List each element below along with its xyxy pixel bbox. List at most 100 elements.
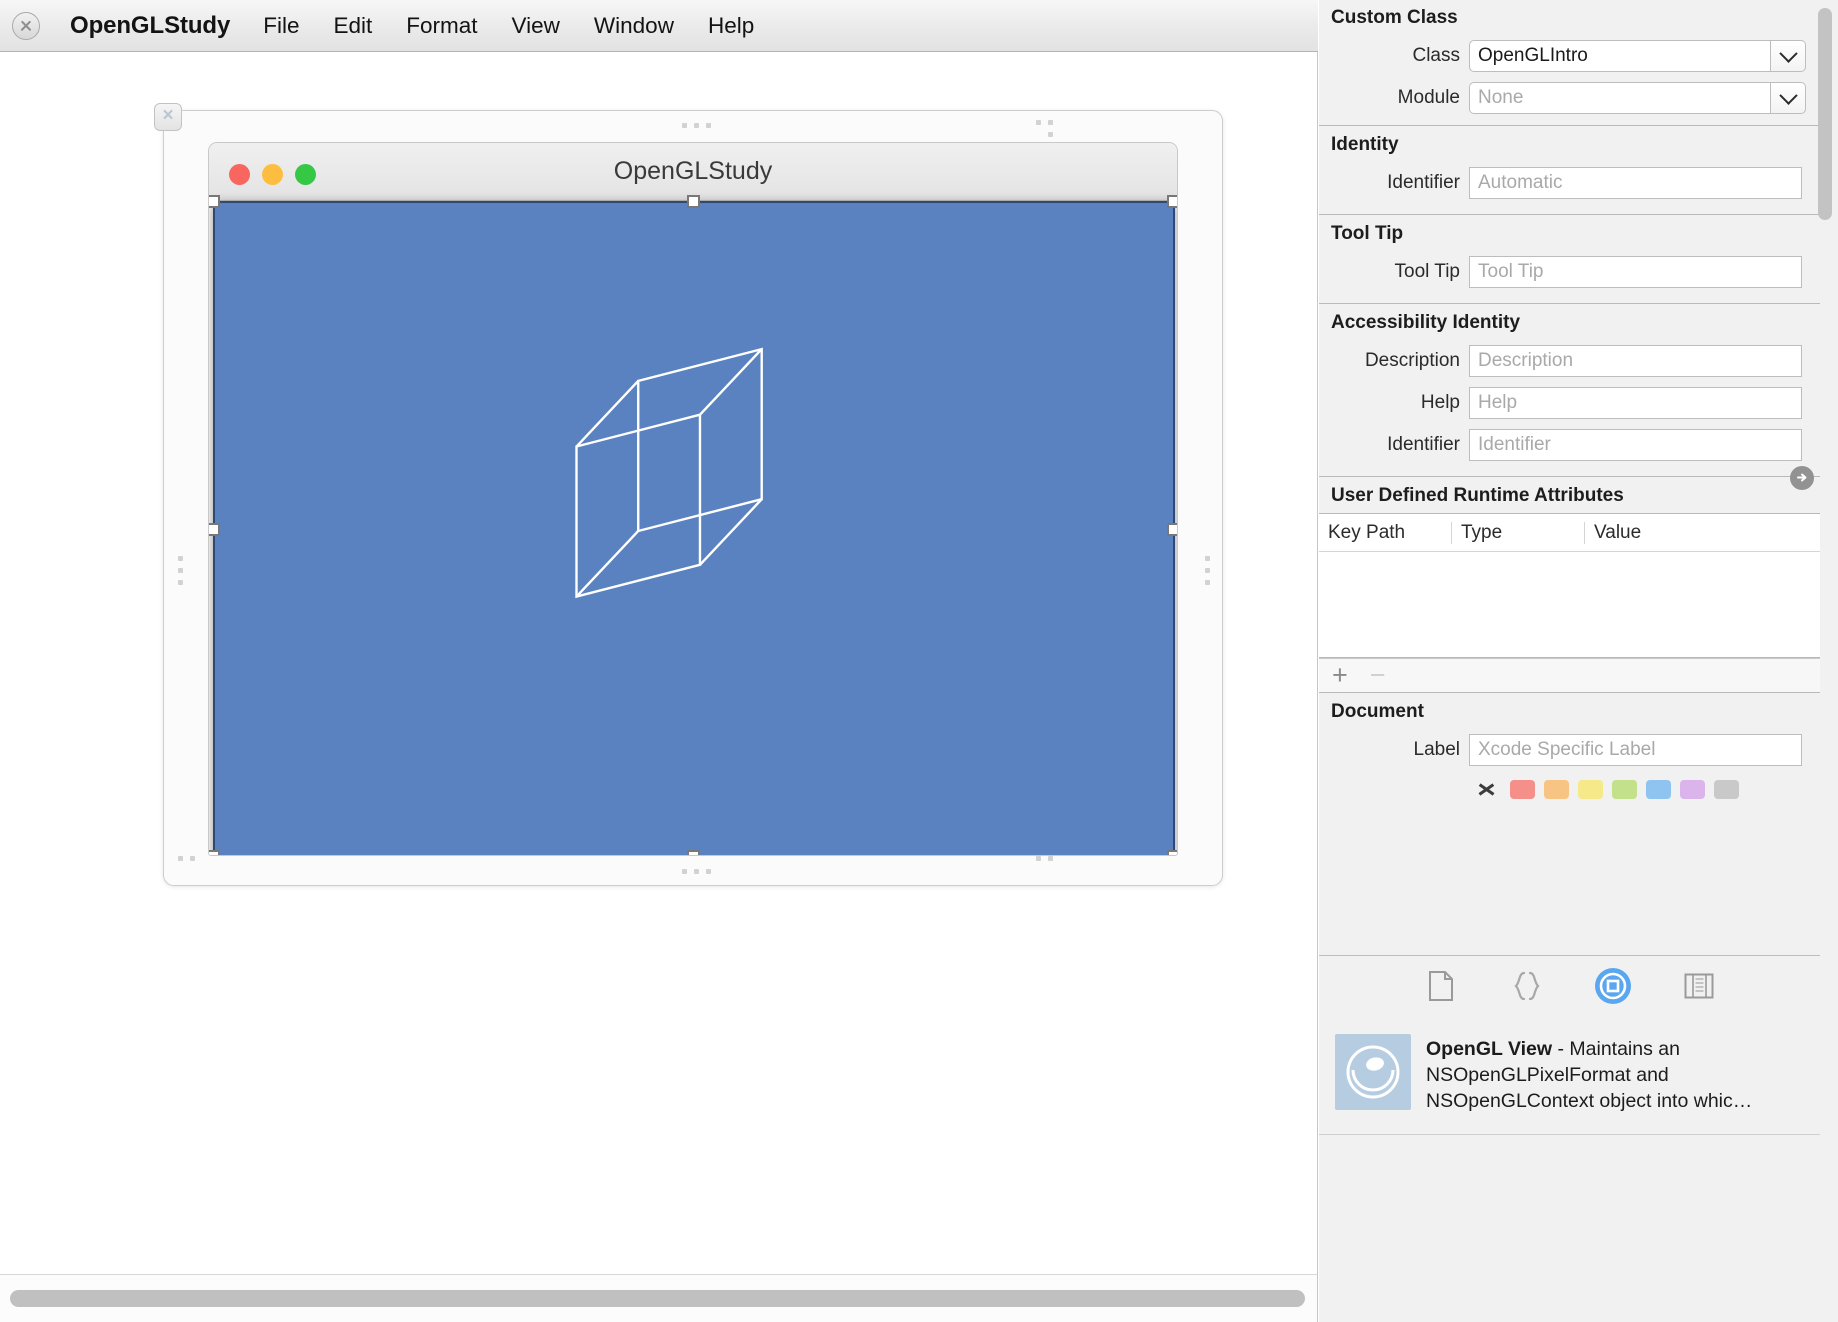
menu-item-view[interactable]: View (495, 13, 577, 39)
braces-icon (1513, 971, 1540, 1001)
wireframe-cube-icon (575, 347, 763, 599)
table-header-row: Key Path Type Value (1319, 514, 1820, 552)
opengl-view[interactable] (213, 201, 1175, 855)
jump-to-definition-icon[interactable] (1790, 465, 1814, 490)
window-title: OpenGLStudy (613, 157, 773, 185)
column-header-key-path[interactable]: Key Path (1319, 521, 1452, 544)
menu-item-help[interactable]: Help (691, 13, 771, 39)
selection-handle-bottom-left[interactable] (209, 850, 220, 855)
tab-media-library[interactable] (1681, 968, 1717, 1004)
swatch-no-color-icon[interactable] (1475, 780, 1499, 799)
menu-item-format[interactable]: Format (389, 13, 494, 39)
class-dropdown-button[interactable] (1771, 40, 1806, 72)
remove-attribute-button[interactable]: − (1370, 662, 1386, 689)
identifier-input[interactable]: Automatic (1469, 167, 1802, 199)
swatch-orange[interactable] (1544, 779, 1569, 799)
a11y-help-input[interactable]: Help (1469, 387, 1802, 419)
close-icon[interactable]: × (154, 103, 182, 131)
grip-dot (1205, 580, 1210, 585)
identity-inspector-panel: Custom Class Class OpenGLIntro Module No… (1319, 0, 1838, 1322)
grip-dot (178, 568, 183, 573)
swatch-yellow[interactable] (1578, 779, 1603, 799)
swatch-blue[interactable] (1646, 779, 1671, 799)
table-body-empty[interactable] (1319, 552, 1820, 657)
a11y-description-input[interactable]: Description (1469, 345, 1802, 377)
label-a11y-description: Description (1364, 350, 1460, 371)
section-header-document: Document (1319, 692, 1820, 729)
row-identifier: Identifier Automatic (1319, 162, 1820, 214)
runtime-attributes-table[interactable]: Key Path Type Value (1319, 513, 1820, 658)
inspector-vertical-scrollbar[interactable] (1818, 0, 1833, 955)
scrollbar-thumb[interactable] (10, 1290, 1305, 1307)
selection-handle-bottom-center[interactable] (687, 850, 700, 855)
label-identifier: Identifier (1387, 172, 1460, 193)
swatch-gray[interactable] (1714, 779, 1739, 799)
selection-handle-middle-right[interactable] (1167, 523, 1177, 536)
swatch-purple[interactable] (1680, 779, 1705, 799)
library-list-empty-area[interactable] (1319, 1140, 1820, 1322)
grip-dot (1205, 556, 1210, 561)
apple-badge-icon[interactable] (12, 11, 40, 40)
row-document-label: Label Xcode Specific Label (1319, 729, 1820, 771)
grip-dot (1036, 856, 1041, 861)
selection-handle-top-right[interactable] (1167, 195, 1177, 208)
add-attribute-button[interactable]: + (1332, 662, 1348, 689)
column-header-type[interactable]: Type (1452, 521, 1585, 544)
grip-dot (178, 556, 183, 561)
swatch-green[interactable] (1612, 779, 1637, 799)
label-document-label: Label (1413, 739, 1461, 760)
scrollbar-thumb[interactable] (1818, 8, 1832, 220)
simulated-app-window[interactable]: OpenGLStudy (208, 142, 1178, 856)
inspector-scroll-area: Custom Class Class OpenGLIntro Module No… (1319, 0, 1820, 955)
chevron-down-icon (1778, 85, 1798, 105)
selection-handle-top-center[interactable] (687, 195, 700, 208)
selection-handle-top-left[interactable] (209, 195, 220, 208)
ib-window-frame[interactable]: × OpenGLStudy (154, 103, 1223, 886)
label-a11y-identifier: Identifier (1387, 434, 1460, 455)
menu-item-window[interactable]: Window (577, 13, 691, 39)
a11y-identifier-input[interactable]: Identifier (1469, 429, 1802, 461)
library-item-text: OpenGL View - Maintains an NSOpenGLPixel… (1426, 1034, 1804, 1114)
label-class: Class (1412, 45, 1460, 66)
library-tab-bar (1319, 955, 1820, 1017)
module-input[interactable]: None (1469, 82, 1771, 114)
class-combo[interactable]: OpenGLIntro (1469, 40, 1814, 490)
row-tool-tip: Tool Tip Tool Tip (1319, 251, 1820, 303)
class-input[interactable]: OpenGLIntro (1469, 40, 1771, 72)
module-combo[interactable]: None (1469, 82, 1806, 114)
grip-dot (682, 869, 687, 874)
filmstrip-icon (1684, 973, 1713, 999)
grip-dot (1036, 120, 1041, 125)
label-tool-tip: Tool Tip (1394, 261, 1460, 282)
row-a11y-identifier: Identifier Identifier (1319, 424, 1820, 476)
selection-handle-bottom-right[interactable] (1167, 850, 1177, 855)
tab-object-library[interactable] (1594, 968, 1631, 1004)
grip-dot (1048, 120, 1053, 125)
selection-handle-middle-left[interactable] (209, 523, 220, 536)
swatch-red[interactable] (1510, 779, 1535, 799)
grip-dot (706, 123, 711, 128)
circled-square-icon (1599, 972, 1626, 1000)
menu-app-name[interactable]: OpenGLStudy (54, 12, 246, 40)
grip-dot (706, 869, 711, 874)
tool-tip-input[interactable]: Tool Tip (1469, 256, 1802, 288)
document-label-input[interactable]: Xcode Specific Label (1469, 734, 1802, 766)
menu-item-edit[interactable]: Edit (317, 13, 390, 39)
tab-file-template-library[interactable] (1423, 968, 1459, 1004)
column-header-value[interactable]: Value (1585, 522, 1820, 544)
canvas-horizontal-scrollbar[interactable] (0, 1274, 1318, 1322)
document-icon (1428, 971, 1453, 1001)
grip-dot (178, 580, 183, 585)
section-header-runtime-attributes: User Defined Runtime Attributes (1319, 476, 1820, 513)
window-titlebar: OpenGLStudy (209, 143, 1177, 201)
tab-code-snippet-library[interactable] (1509, 968, 1545, 1004)
row-a11y-help: Help Help (1319, 382, 1820, 424)
grip-dot (1048, 856, 1053, 861)
grip-dot (682, 123, 687, 128)
menu-item-file[interactable]: File (246, 13, 316, 39)
library-item-detail[interactable]: OpenGL View - Maintains an NSOpenGLPixel… (1319, 1016, 1820, 1135)
module-dropdown-button[interactable] (1771, 82, 1806, 114)
row-module: Module None (1319, 77, 1820, 125)
section-header-custom-class: Custom Class (1319, 0, 1820, 35)
interface-builder-canvas[interactable]: × OpenGLStudy (0, 52, 1318, 1274)
